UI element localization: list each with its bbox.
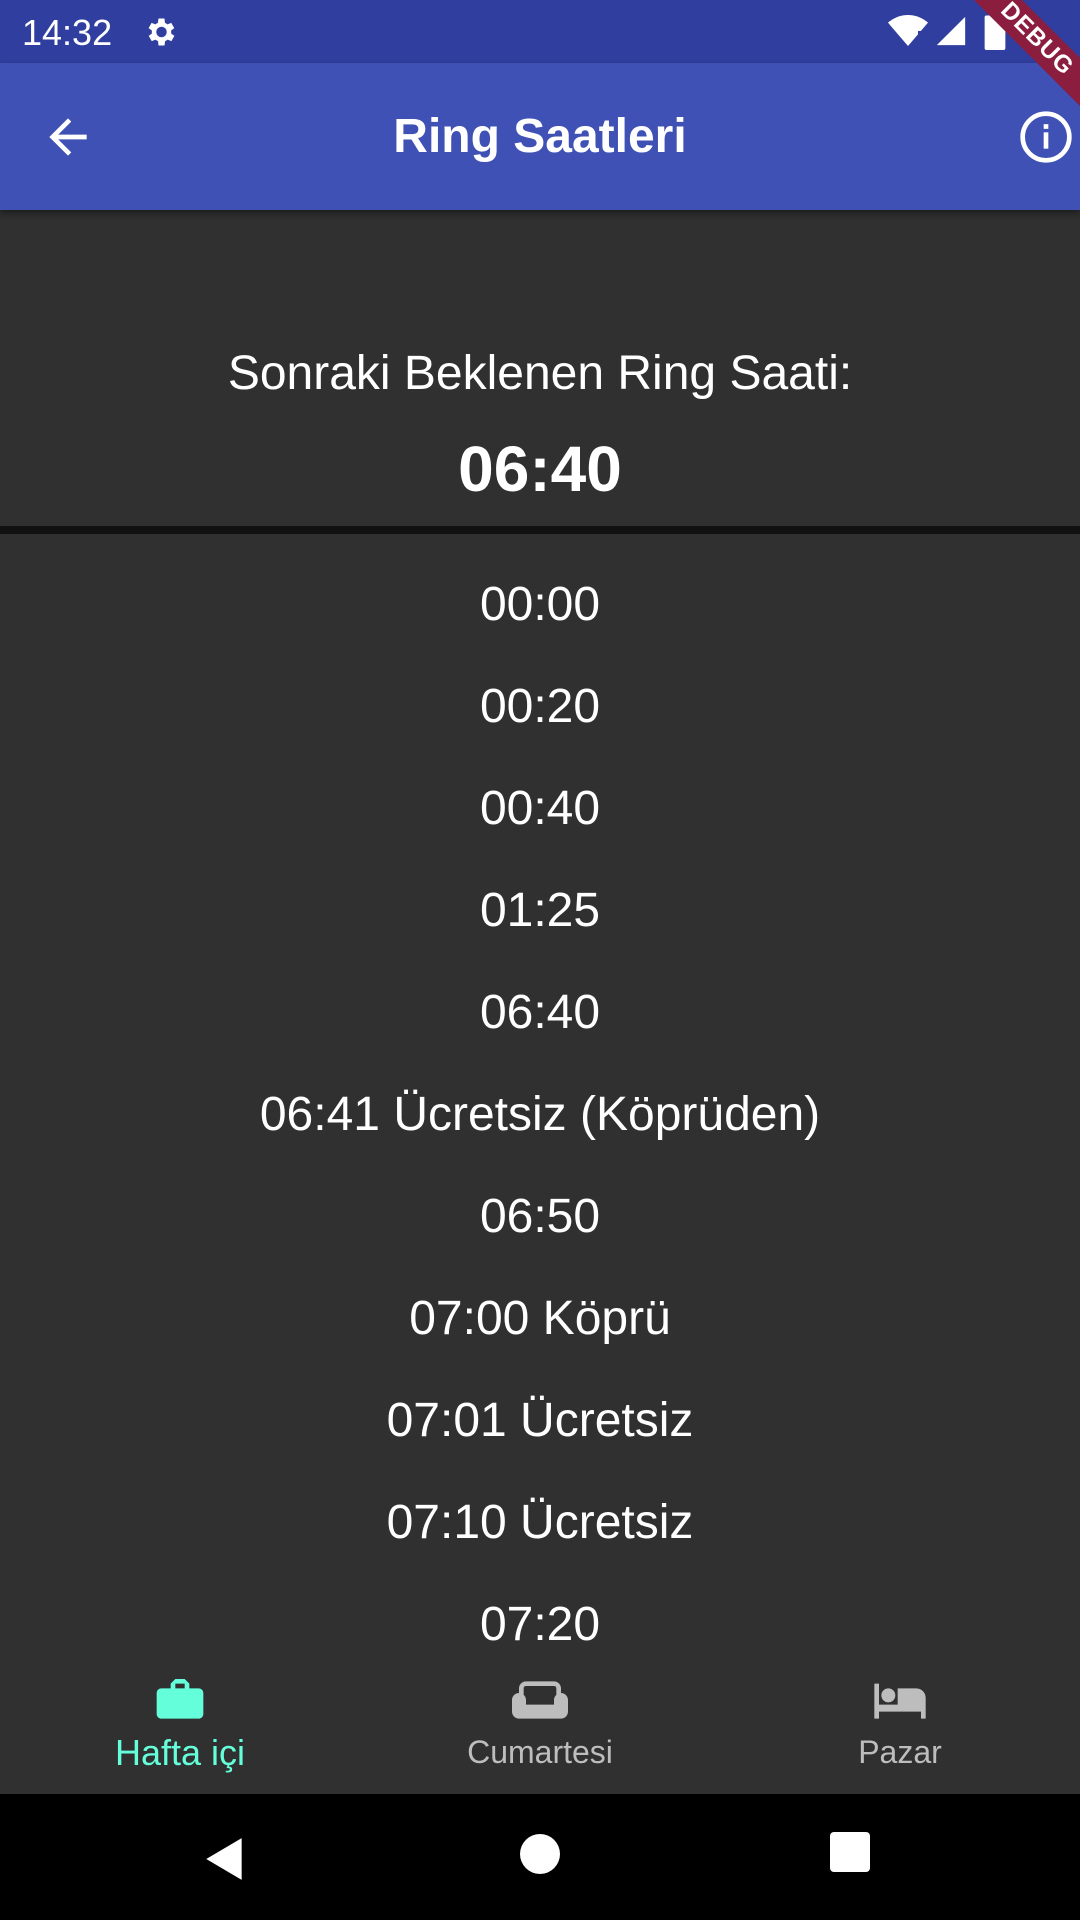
- recents-square-icon[interactable]: [830, 1832, 870, 1872]
- list-item: 00:20: [479, 680, 601, 733]
- list-item: 00:00: [479, 578, 601, 631]
- next-ring-time: 06:40: [458, 433, 622, 505]
- info-icon[interactable]: [1018, 109, 1074, 165]
- gear-icon: [148, 18, 175, 46]
- home-circle-icon[interactable]: [520, 1834, 560, 1874]
- page-title: Ring Saatleri: [393, 110, 687, 163]
- list-item: 07:10 Ücretsiz: [386, 1496, 694, 1549]
- signal-icon: [936, 16, 966, 46]
- status-bar: 14:32: [0, 0, 1080, 63]
- app-bar: Ring Saatleri: [0, 63, 1080, 210]
- nav-label: Pazar: [858, 1734, 942, 1770]
- nav-label: Cumartesi: [467, 1734, 613, 1770]
- list-item: 07:20: [479, 1598, 601, 1646]
- list-item: 07:00 Köprü: [409, 1292, 671, 1345]
- status-time: 14:32: [22, 12, 113, 53]
- list-item: 06:41 Ücretsiz (Köprüden): [259, 1088, 821, 1141]
- bottom-navigation: Hafta içi Cumartesi Pazar: [0, 1646, 1080, 1794]
- schedule-list[interactable]: 00:00 00:20 00:40 01:25 06:40 06:41 Ücre…: [0, 534, 1080, 1646]
- list-item: 07:01 Ücretsiz: [386, 1394, 694, 1447]
- nav-item-hafta-ici[interactable]: Hafta içi: [0, 1646, 360, 1794]
- system-navigation-bar: [0, 1794, 1080, 1920]
- list-item: 00:40: [479, 782, 601, 835]
- list-item: 06:40: [479, 986, 601, 1039]
- bed-icon: [874, 1683, 926, 1719]
- list-item: 06:50: [479, 1190, 601, 1243]
- nav-item-pazar[interactable]: Pazar: [720, 1646, 1080, 1794]
- back-triangle-icon[interactable]: [200, 1834, 250, 1884]
- wifi-icon: [888, 15, 928, 46]
- nav-item-cumartesi[interactable]: Cumartesi: [360, 1646, 720, 1794]
- divider: [0, 526, 1080, 534]
- list-item: 01:25: [479, 884, 601, 937]
- next-ring-label: Sonraki Beklenen Ring Saati:: [227, 347, 853, 400]
- sofa-icon: [512, 1681, 568, 1719]
- nav-label: Hafta içi: [114, 1732, 246, 1773]
- briefcase-icon: [156, 1679, 204, 1719]
